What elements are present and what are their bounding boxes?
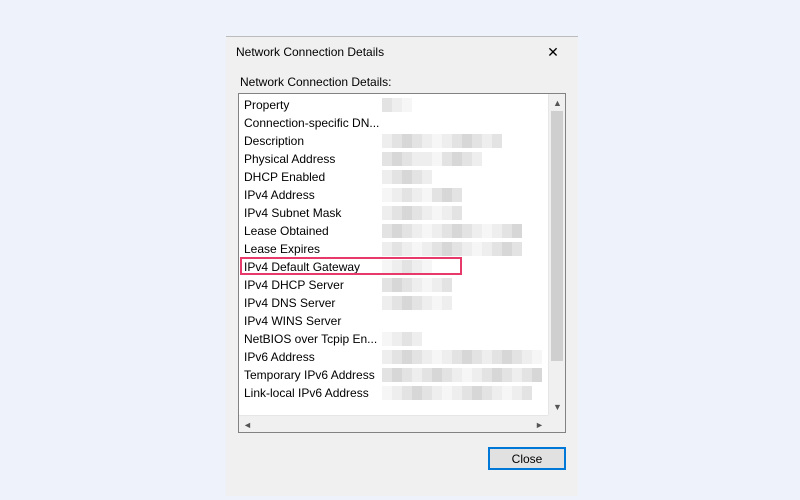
property-value-redacted xyxy=(382,96,548,114)
list-content: PropertyConnection-specific DN...Descrip… xyxy=(239,94,548,415)
table-row[interactable]: Description xyxy=(242,132,548,150)
property-value-redacted xyxy=(382,150,548,168)
dialog-title: Network Connection Details xyxy=(236,45,534,59)
table-row[interactable]: IPv6 Address xyxy=(242,348,548,366)
property-label: IPv4 WINS Server xyxy=(242,312,382,330)
property-value-redacted xyxy=(382,312,548,330)
property-label: IPv6 Address xyxy=(242,348,382,366)
property-label: Description xyxy=(242,132,382,150)
property-value-redacted xyxy=(382,330,548,348)
property-value-redacted xyxy=(382,240,548,258)
scroll-corner xyxy=(548,415,565,432)
property-value-redacted xyxy=(382,294,548,312)
table-row[interactable]: IPv4 Subnet Mask xyxy=(242,204,548,222)
property-label: Temporary IPv6 Address xyxy=(242,366,382,384)
property-label: Lease Obtained xyxy=(242,222,382,240)
property-value-redacted xyxy=(382,222,548,240)
table-row[interactable]: IPv4 DHCP Server xyxy=(242,276,548,294)
property-label: Physical Address xyxy=(242,150,382,168)
scroll-up-icon[interactable]: ▲ xyxy=(549,94,566,111)
property-value-redacted xyxy=(382,258,548,276)
property-value-redacted xyxy=(382,132,548,150)
property-label: Lease Expires xyxy=(242,240,382,258)
scroll-down-icon[interactable]: ▼ xyxy=(549,398,566,415)
table-row[interactable]: IPv4 WINS Server xyxy=(242,312,548,330)
table-row[interactable]: DHCP Enabled xyxy=(242,168,548,186)
button-row: Close xyxy=(226,433,578,480)
table-row[interactable]: NetBIOS over Tcpip En... xyxy=(242,330,548,348)
table-row[interactable]: IPv4 DNS Server xyxy=(242,294,548,312)
table-row[interactable]: Connection-specific DN... xyxy=(242,114,548,132)
vertical-scroll-track[interactable] xyxy=(549,111,565,398)
scroll-left-icon[interactable]: ◄ xyxy=(239,416,256,433)
property-label: Connection-specific DN... xyxy=(242,114,382,132)
property-label: IPv4 DNS Server xyxy=(242,294,382,312)
table-row[interactable]: Link-local IPv6 Address xyxy=(242,384,548,402)
titlebar: Network Connection Details ✕ xyxy=(226,37,578,67)
property-label: IPv4 Subnet Mask xyxy=(242,204,382,222)
property-label: IPv4 Default Gateway xyxy=(242,258,382,276)
close-button[interactable]: Close xyxy=(488,447,566,470)
network-connection-details-dialog: Network Connection Details ✕ Network Con… xyxy=(226,36,578,496)
horizontal-scrollbar[interactable]: ◄ ► xyxy=(239,415,548,432)
table-row[interactable]: Property xyxy=(242,96,548,114)
property-value-redacted xyxy=(382,348,548,366)
close-icon[interactable]: ✕ xyxy=(534,38,572,66)
property-value-redacted xyxy=(382,114,548,132)
property-label: IPv4 Address xyxy=(242,186,382,204)
property-value-redacted xyxy=(382,204,548,222)
section-label: Network Connection Details: xyxy=(226,67,578,93)
table-row[interactable]: Physical Address xyxy=(242,150,548,168)
property-value-redacted xyxy=(382,186,548,204)
table-row[interactable]: Temporary IPv6 Address xyxy=(242,366,548,384)
property-value-redacted xyxy=(382,168,548,186)
table-row[interactable]: Lease Obtained xyxy=(242,222,548,240)
property-label: IPv4 DHCP Server xyxy=(242,276,382,294)
table-row[interactable]: IPv4 Address xyxy=(242,186,548,204)
property-label: Link-local IPv6 Address xyxy=(242,384,382,402)
scroll-right-icon[interactable]: ► xyxy=(531,416,548,433)
property-label: NetBIOS over Tcpip En... xyxy=(242,330,382,348)
table-row[interactable]: IPv4 Default Gateway xyxy=(242,258,548,276)
details-listbox[interactable]: PropertyConnection-specific DN...Descrip… xyxy=(238,93,566,433)
vertical-scrollbar[interactable]: ▲ ▼ xyxy=(548,94,565,415)
property-value-redacted xyxy=(382,384,548,402)
table-row[interactable]: Lease Expires xyxy=(242,240,548,258)
property-value-redacted xyxy=(382,276,548,294)
vertical-scroll-thumb[interactable] xyxy=(551,111,563,361)
property-label: Property xyxy=(242,96,382,114)
property-label: DHCP Enabled xyxy=(242,168,382,186)
property-value-redacted xyxy=(382,366,548,384)
